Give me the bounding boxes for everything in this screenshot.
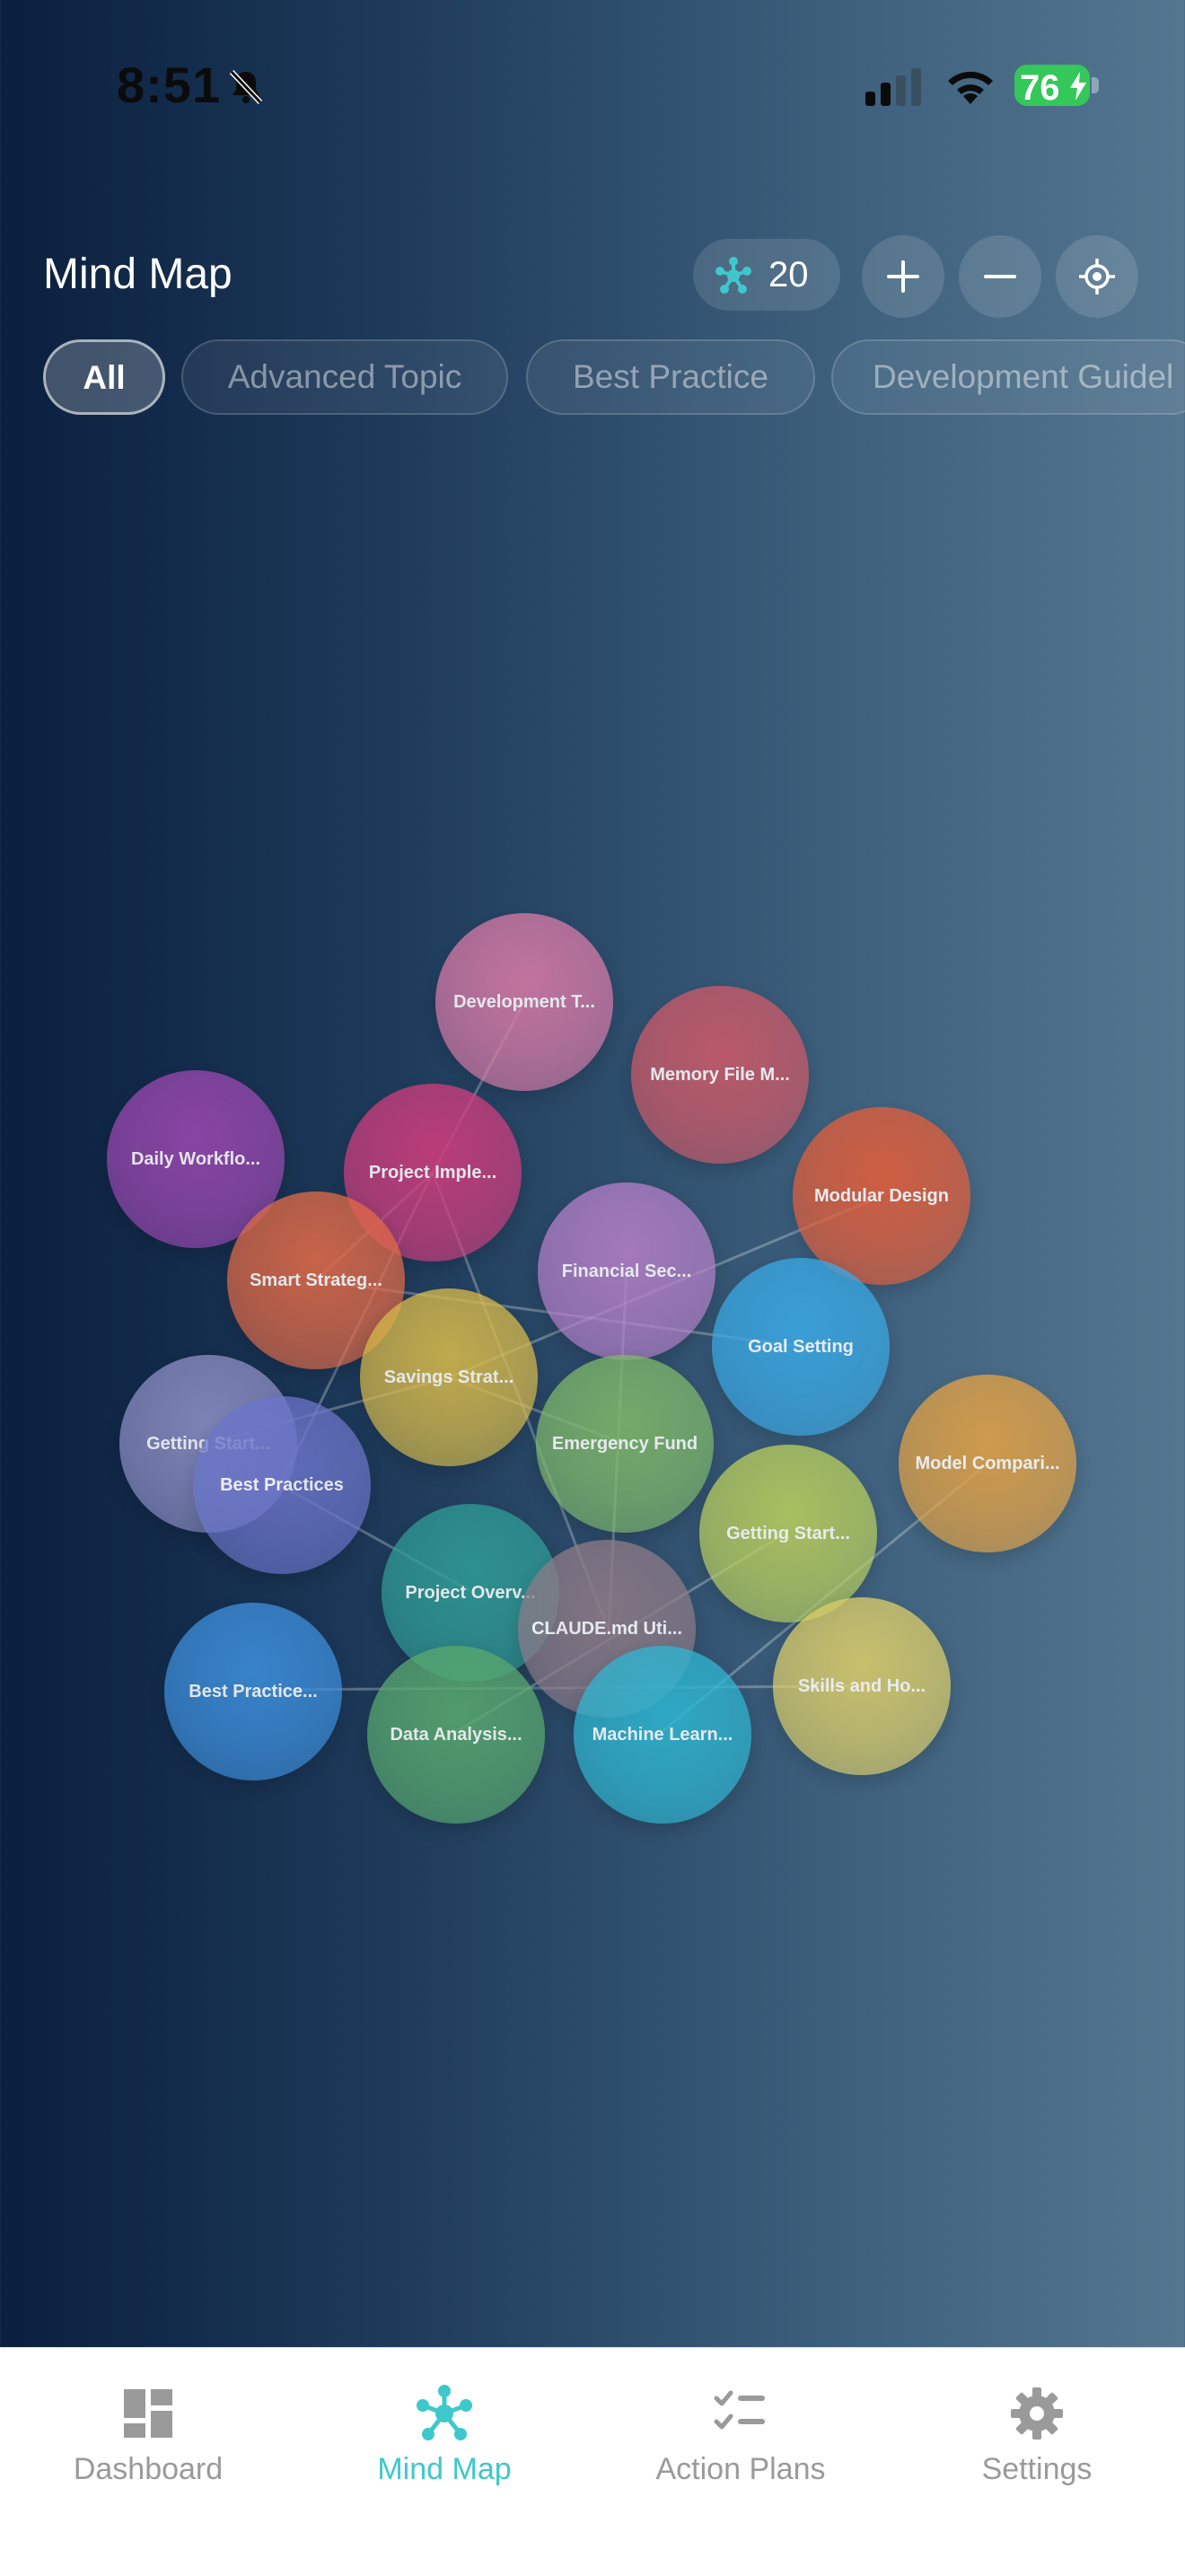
mind-map-node[interactable]: Financial Sec...: [538, 1182, 715, 1360]
tab-settings[interactable]: Settings: [889, 2384, 1185, 2510]
tab-label: Action Plans: [655, 2452, 826, 2486]
mind-map-node[interactable]: Goal Setting: [712, 1258, 890, 1436]
tab-label: Settings: [981, 2452, 1093, 2486]
mind-map-node[interactable]: Savings Strat...: [360, 1288, 538, 1466]
tab-mind-map[interactable]: Mind Map: [296, 2384, 592, 2510]
mind-map-node[interactable]: Emergency Fund: [536, 1355, 714, 1533]
mind-map-node[interactable]: Machine Learn...: [574, 1646, 751, 1824]
mind-map-node[interactable]: Modular Design: [793, 1107, 970, 1285]
tab-label: Mind Map: [377, 2452, 512, 2486]
tab-bar: Dashboard Mind Map Action Plans Settings: [0, 2347, 1185, 2576]
mind-map-node[interactable]: Data Analysis...: [367, 1646, 545, 1824]
tab-action-plans[interactable]: Action Plans: [592, 2384, 889, 2510]
mind-map-node[interactable]: Development T...: [435, 913, 613, 1091]
mind-map-node[interactable]: Skills and Ho...: [773, 1597, 951, 1775]
mind-map-node[interactable]: Getting Start...: [699, 1445, 877, 1622]
mind-map-node[interactable]: Best Practice...: [164, 1603, 342, 1780]
tab-dashboard[interactable]: Dashboard: [0, 2384, 296, 2510]
mind-map-node[interactable]: Memory File M...: [631, 986, 809, 1164]
tab-label: Dashboard: [73, 2452, 224, 2486]
checklist-icon: [714, 2390, 765, 2430]
mind-map-node[interactable]: Best Practices: [193, 1396, 371, 1574]
dashboard-icon: [124, 2389, 172, 2438]
mind-map-icon: [417, 2385, 472, 2440]
gear-icon: [1011, 2387, 1063, 2440]
mind-map-node[interactable]: Model Compari...: [899, 1375, 1076, 1552]
